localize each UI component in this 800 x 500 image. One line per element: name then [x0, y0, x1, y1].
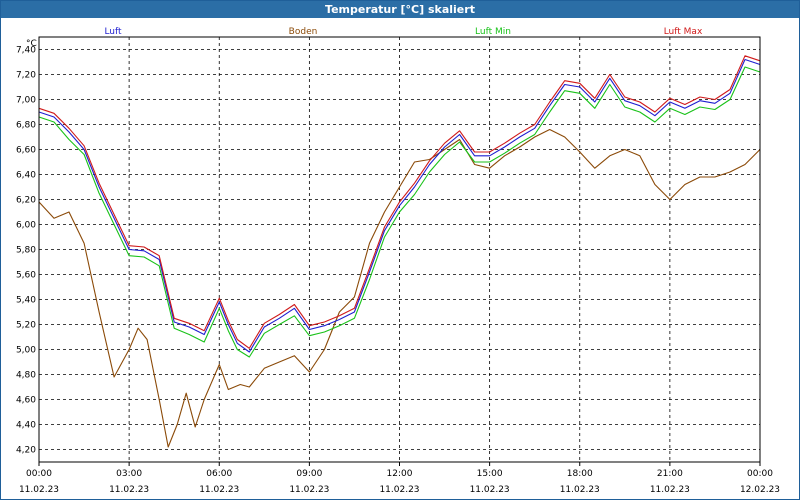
y-tick-label: 4,60: [16, 396, 36, 406]
x-tick-time: 12:00: [387, 469, 413, 479]
y-tick-label: 5,00: [16, 346, 36, 356]
legend-label-luft-min: Luft Min: [475, 27, 511, 37]
x-tick-time: 00:00: [26, 469, 52, 479]
x-tick-time: 03:00: [116, 469, 142, 479]
y-tick-label: 6,40: [16, 171, 36, 181]
y-tick-label: 5,20: [16, 321, 36, 331]
y-tick-label: 6,60: [16, 146, 36, 156]
temperature-chart: 7,407,207,006,806,606,406,206,005,805,60…: [16, 27, 780, 495]
y-tick-label: 7,20: [16, 71, 36, 81]
legend-label-luft: Luft: [104, 27, 122, 37]
y-tick-label: 6,20: [16, 196, 36, 206]
grid: [38, 37, 761, 462]
x-tick-date: 12.02.23: [740, 485, 780, 495]
x-tick-date: 11.02.23: [109, 485, 149, 495]
legend: Luft Boden Luft Min Luft Max: [104, 27, 703, 37]
y-tick-label: 5,80: [16, 246, 36, 256]
y-tick-label: 5,40: [16, 296, 36, 306]
x-tick-time: 18:00: [567, 469, 593, 479]
legend-label-luft-max: Luft Max: [664, 27, 703, 37]
y-tick-label: 6,00: [16, 221, 36, 231]
x-tick-time: 00:00: [747, 469, 773, 479]
y-tick-label: 5,60: [16, 271, 36, 281]
series-lines: [38, 55, 761, 448]
y-tick-label: 4,20: [16, 446, 36, 456]
y-tick-label: 4,40: [16, 421, 36, 431]
x-tick-date: 11.02.23: [199, 485, 239, 495]
legend-label-boden: Boden: [289, 27, 318, 37]
x-tick-time: 09:00: [296, 469, 322, 479]
x-tick-date: 11.02.23: [289, 485, 329, 495]
y-tick-label: 4,80: [16, 371, 36, 381]
x-tick-date: 11.02.23: [470, 485, 510, 495]
x-tick-time: 06:00: [206, 469, 232, 479]
x-tick-time: 21:00: [657, 469, 683, 479]
x-tick-date: 11.02.23: [560, 485, 600, 495]
y-tick-label: 6,80: [16, 121, 36, 131]
x-tick-time: 15:00: [477, 469, 503, 479]
y-tick-label: 7,00: [16, 96, 36, 106]
x-tick-date: 11.02.23: [379, 485, 419, 495]
x-tick-date: 11.02.23: [19, 485, 59, 495]
y-axis-unit: °C: [26, 39, 37, 49]
x-tick-date: 11.02.23: [650, 485, 690, 495]
